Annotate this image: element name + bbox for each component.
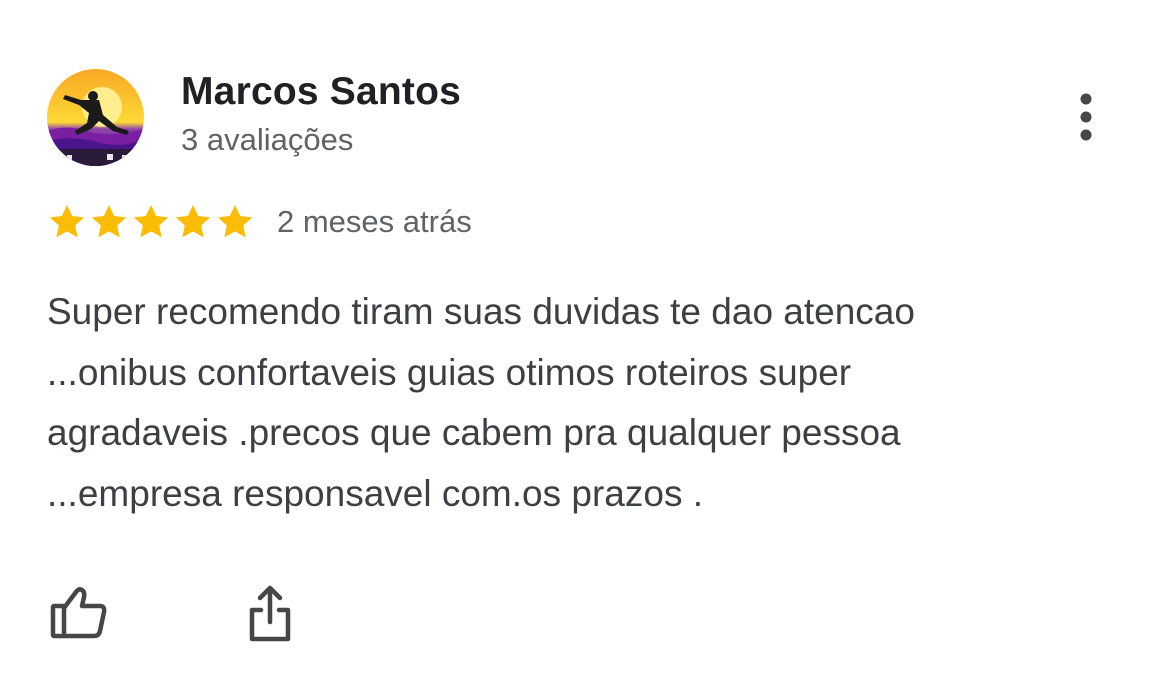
star-icon	[175, 205, 211, 238]
like-button[interactable]	[48, 584, 110, 640]
review-text: Super recomendo tiram suas duvidas te da…	[47, 282, 1097, 524]
avatar[interactable]	[47, 69, 144, 166]
review-text-line: ...onibus confortaveis guias otimos rote…	[47, 351, 852, 393]
star-icon	[91, 205, 127, 238]
star-icon	[217, 205, 253, 238]
review-text-line: Super recomendo tiram suas duvidas te da…	[47, 291, 915, 332]
review-card: Marcos Santos 3 avaliações 2 meses atrás…	[0, 0, 1170, 689]
review-text-line: ...empresa responsavel com.os prazos .	[47, 472, 704, 514]
martial-arts-silhouette-avatar-icon	[47, 69, 144, 166]
author-review-count: 3 avaliações	[181, 122, 354, 157]
thumbs-up-icon	[50, 587, 107, 639]
share-icon	[249, 585, 291, 642]
author-name[interactable]: Marcos Santos	[181, 70, 461, 114]
star-rating	[47, 202, 257, 242]
more-vert-icon	[1080, 93, 1092, 141]
more-options-button[interactable]	[1064, 88, 1108, 148]
star-icon	[133, 205, 169, 238]
review-text-line: agradaveis .precos que cabem pra qualque…	[47, 412, 901, 453]
rating-row: 2 meses atrás	[47, 200, 472, 244]
review-date: 2 meses atrás	[277, 204, 472, 239]
share-button[interactable]	[245, 584, 295, 644]
star-icon	[49, 205, 85, 238]
